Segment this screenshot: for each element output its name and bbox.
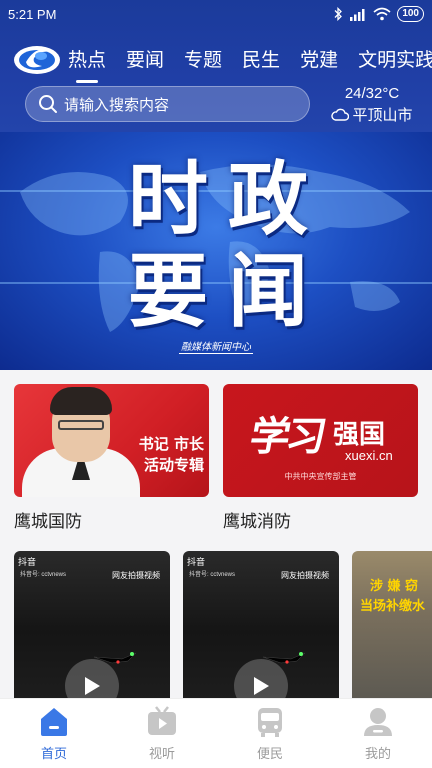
xuexi-sub-text: 中共中央宣传部主管 <box>284 472 357 481</box>
tab-hot[interactable]: 热点 <box>68 45 106 72</box>
home-icon <box>41 708 67 736</box>
nav-services-label: 便民 <box>256 747 283 762</box>
nav-media[interactable]: 视听 <box>108 699 216 768</box>
video-thumbnail-3[interactable]: 涉 嫌 窃 当场补缴水 <box>352 551 432 698</box>
card-image-defense[interactable]: 书记 市长 活动专辑 <box>14 384 209 497</box>
video-thumbnail-1[interactable]: 抖音 抖音号: cctvnews 网友拍摄视频 <box>14 551 170 698</box>
bus-icon <box>258 708 282 737</box>
tiktok-label: 抖音 <box>187 558 206 568</box>
tab-civilization[interactable]: 文明实践 <box>358 45 432 72</box>
search-placeholder: 请输入搜索内容 <box>64 95 170 114</box>
video-overlay-text: 当场补缴水 <box>360 599 426 614</box>
card-caption-line: 书记 市长 <box>138 435 204 453</box>
person-hair-shape <box>50 387 112 415</box>
tab-news[interactable]: 要闻 <box>126 45 164 72</box>
cloud-icon <box>331 108 350 121</box>
card-title-fire[interactable]: 鹰城消防 <box>223 507 291 532</box>
banner-char: 要 <box>128 245 208 338</box>
card-caption-line: 活动专辑 <box>143 456 204 474</box>
play-icon <box>85 677 100 695</box>
status-time: 5:21 PM <box>8 7 57 22</box>
signal-icon <box>350 8 365 21</box>
nav-services[interactable]: 便民 <box>216 699 324 768</box>
tv-icon <box>148 706 176 735</box>
status-bar: 5:21 PM 100 <box>0 0 432 30</box>
app-header: 5:21 PM 100 热点 要闻 专题 民生 党建 文明实践 请输入搜索内容 … <box>0 0 432 132</box>
wifi-icon <box>373 7 391 21</box>
nav-profile[interactable]: 我的 <box>324 699 432 768</box>
nav-home-label: 首页 <box>40 747 67 762</box>
nav-profile-label: 我的 <box>364 747 391 762</box>
play-icon <box>254 677 269 695</box>
weather-city: 平顶山市 <box>352 106 413 124</box>
xuexi-url-text: xuexi.cn <box>345 448 393 463</box>
tab-party[interactable]: 党建 <box>300 45 338 72</box>
card-image-fire[interactable]: 学习 强国 xuexi.cn 中共中央宣传部主管 <box>223 384 418 497</box>
banner-title: 时 政 要 闻 <box>118 154 318 338</box>
banner-char: 政 <box>228 153 308 246</box>
search-icon <box>39 95 57 113</box>
bluetooth-icon <box>334 7 343 21</box>
category-tabs: 热点 要闻 专题 民生 党建 文明实践 <box>68 45 432 72</box>
battery-indicator: 100 <box>397 6 424 22</box>
banner-char: 时 <box>128 153 208 246</box>
news-banner[interactable]: 时 政 要 闻 融媒体新闻中心 <box>0 132 432 370</box>
app-logo-icon[interactable] <box>12 38 62 78</box>
xuexi-main-text: 强国 <box>333 420 386 450</box>
card-title-defense[interactable]: 鹰城国防 <box>14 507 82 532</box>
tiktok-account: 抖音号: cctvnews <box>189 572 236 578</box>
tab-topics[interactable]: 专题 <box>184 45 222 72</box>
xuexi-brush-text: 学习 <box>246 413 327 460</box>
tiktok-account: 抖音号: cctvnews <box>20 572 67 578</box>
card-image-caption: 书记 市长 活动专辑 <box>122 434 204 476</box>
nav-media-label: 视听 <box>148 747 175 762</box>
tab-livelihood[interactable]: 民生 <box>242 45 280 72</box>
nav-home[interactable]: 首页 <box>0 699 108 768</box>
banner-footer-text: 融媒体新闻中心 <box>179 342 253 354</box>
status-icons: 100 <box>334 6 424 22</box>
user-icon <box>364 708 392 736</box>
weather-widget[interactable]: 24/32°C 平顶山市 <box>322 85 422 125</box>
search-bar[interactable]: 请输入搜索内容 <box>25 86 310 122</box>
tiktok-label: 抖音 <box>18 558 37 568</box>
banner-char: 闻 <box>228 245 308 338</box>
weather-temperature: 24/32°C <box>344 85 400 102</box>
video-overlay-text: 涉 嫌 窃 <box>370 579 419 594</box>
banner-footer: 融媒体新闻中心 <box>0 338 432 354</box>
video-thumbnail-2[interactable]: 抖音 抖音号: cctvnews 网友拍摄视频 <box>183 551 339 698</box>
bottom-navigation: 首页 视听 便民 我的 <box>0 698 432 768</box>
glasses-shape <box>58 420 104 430</box>
video-tag: 网友拍摄视频 <box>281 571 329 580</box>
video-tag: 网友拍摄视频 <box>112 571 160 580</box>
